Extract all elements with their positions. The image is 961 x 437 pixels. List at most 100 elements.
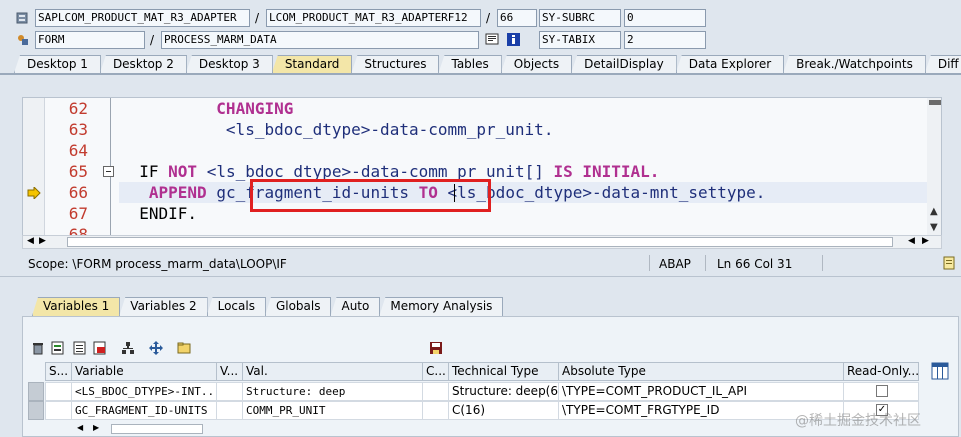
table-cell-status <box>45 382 72 401</box>
table-scroll-thumb[interactable] <box>111 424 203 434</box>
line-number: 63 <box>68 120 88 139</box>
insert-row-icon[interactable] <box>51 341 65 355</box>
column-settings-icon[interactable] <box>931 362 949 380</box>
code-token: APPEND <box>148 183 217 202</box>
code-token: <ls_bdoc_dtype> <box>225 120 371 139</box>
tab-structures[interactable]: Structures <box>351 55 440 73</box>
tab-desktop-2[interactable]: Desktop 2 <box>99 55 187 73</box>
table-scroll-left-icon[interactable]: ◀ <box>77 423 83 432</box>
col-header-readonly[interactable]: Read-Only... <box>843 362 919 381</box>
tab-desktop-3[interactable]: Desktop 3 <box>185 55 273 73</box>
hscroll-right2-icon[interactable]: ▶ <box>922 236 929 246</box>
tab-data-explorer[interactable]: Data Explorer <box>675 55 785 73</box>
hscroll-thumb[interactable] <box>67 237 893 247</box>
tab-memory-analysis[interactable]: Memory Analysis <box>379 297 504 316</box>
tabs-underline <box>0 73 961 75</box>
table-icon[interactable] <box>73 341 87 355</box>
col-header-technical-type[interactable]: Technical Type <box>448 362 559 381</box>
code-token: -data-comm_pr_unit. <box>370 120 554 139</box>
sysvar-name-2[interactable]: SY-TABIX <box>539 31 621 49</box>
status-divider <box>649 255 650 271</box>
row-selector[interactable] <box>28 401 44 420</box>
sysvar-value-1[interactable]: 0 <box>624 9 706 27</box>
separator: / <box>255 11 260 25</box>
col-header-c[interactable]: C... <box>422 362 449 381</box>
table-cell-technical-type: C(16) <box>448 401 559 420</box>
page-icon[interactable] <box>942 256 956 270</box>
program-field[interactable]: SAPLCOM_PRODUCT_MAT_R3_ADAPTER <box>35 9 250 27</box>
scroll-down-icon[interactable]: ▼ <box>930 222 938 233</box>
editor-gutter <box>23 98 45 235</box>
tab-variables-2[interactable]: Variables 2 <box>119 297 208 316</box>
readonly-checkbox <box>876 385 888 397</box>
vertical-scrollbar[interactable]: ▲ ▼ <box>927 98 941 235</box>
table-cell-v <box>216 401 243 420</box>
row-selector[interactable] <box>28 382 44 401</box>
sysvar-name-1[interactable]: SY-SUBRC <box>539 9 621 27</box>
table-cell-c <box>422 382 449 401</box>
language-label: ABAP <box>659 257 691 271</box>
scroll-thumb[interactable] <box>929 100 941 105</box>
code-editor[interactable]: 62 63 64 65 66 67 68 CHANGING <ls_bdoc_dtype>-d… <box>22 97 942 236</box>
hscroll-left-icon[interactable]: ◀ <box>27 236 34 246</box>
watermark: @稀土掘金技术社区 <box>795 413 921 429</box>
tab-break-watchpoints[interactable]: Break./Watchpoints <box>783 55 926 73</box>
col-header-value[interactable]: Val. <box>242 362 423 381</box>
table-cell-value[interactable]: COMM_PR_UNIT <box>242 401 423 420</box>
code-line: <ls_bdoc_dtype>-data-comm_pr_unit. <box>226 120 554 139</box>
tab-globals[interactable]: Globals <box>264 297 332 316</box>
delete-row-icon[interactable] <box>93 341 107 355</box>
save-icon[interactable] <box>429 341 443 355</box>
info-icon[interactable] <box>506 32 521 47</box>
hscroll-right-icon[interactable]: ◀ <box>908 236 915 246</box>
desktop-tabs: Desktop 1 Desktop 2 Desktop 3 Standard Struc… <box>14 55 961 73</box>
execution-arrow-icon <box>27 185 41 201</box>
tab-standard[interactable]: Standard <box>271 55 353 73</box>
table-cell-c <box>422 401 449 420</box>
tab-auto[interactable]: Auto <box>330 297 381 316</box>
table-cell-variable[interactable]: GC_FRAGMENT_ID-UNITS <box>71 401 217 420</box>
col-header-variable[interactable]: Variable <box>71 362 217 381</box>
code-line: CHANGING <box>216 99 293 118</box>
code-token: IF <box>139 162 169 181</box>
table-scroll-right-icon[interactable]: ▶ <box>93 423 99 432</box>
code-token: <ls_bdoc_dtype>-data-mnt_settype. <box>447 183 766 202</box>
table-hscrollbar[interactable]: ◀ ▶ <box>71 423 206 436</box>
event-name-field[interactable]: PROCESS_MARM_DATA <box>161 31 479 49</box>
code-token: CHANGING <box>216 99 294 118</box>
table-cell-variable[interactable]: <LS_BDOC_DTYPE>-INT... <box>71 382 217 401</box>
event-type-field[interactable]: FORM <box>35 31 145 49</box>
code-line: ENDIF. <box>139 204 197 223</box>
col-header-v[interactable]: V... <box>216 362 243 381</box>
editor-hscrollbar[interactable]: ◀ ▶ ◀ ▶ <box>22 235 942 249</box>
cursor-position: Ln 66 Col 31 <box>717 257 793 271</box>
sysvar-value-2[interactable]: 2 <box>624 31 706 49</box>
move-icon[interactable] <box>149 341 163 355</box>
delete-icon[interactable] <box>31 341 45 355</box>
tab-desktop-1[interactable]: Desktop 1 <box>14 55 101 73</box>
tab-tables[interactable]: Tables <box>438 55 502 73</box>
tab-diff[interactable]: Diff <box>924 55 961 73</box>
folder-icon[interactable] <box>177 341 191 355</box>
tab-objects[interactable]: Objects <box>500 55 573 73</box>
code-token: ENDIF. <box>139 204 198 223</box>
line-number: 64 <box>68 141 88 160</box>
table-cell-value[interactable]: Structure: deep <box>242 382 423 401</box>
line-field[interactable]: 66 <box>497 9 537 27</box>
tab-locals[interactable]: Locals <box>206 297 266 316</box>
scroll-up-icon[interactable]: ▲ <box>930 206 938 217</box>
hscroll-left2-icon[interactable]: ▶ <box>39 236 46 246</box>
include-field[interactable]: LCOM_PRODUCT_MAT_R3_ADAPTERF12 <box>266 9 481 27</box>
tab-variables-1[interactable]: Variables 1 <box>32 297 121 316</box>
status-divider <box>705 255 706 271</box>
fold-icon[interactable] <box>103 166 114 177</box>
col-header-absolute-type[interactable]: Absolute Type <box>558 362 844 381</box>
col-header-status[interactable]: S... <box>45 362 72 381</box>
line-number: 65 <box>68 162 88 181</box>
tab-detaildisplay[interactable]: DetailDisplay <box>571 55 677 73</box>
code-token: IS INITIAL. <box>553 162 660 181</box>
line-number-column: 62 63 64 65 66 67 68 <box>45 98 111 235</box>
display-icon[interactable] <box>485 32 500 47</box>
event-icon <box>16 33 30 47</box>
hierarchy-icon[interactable] <box>121 341 135 355</box>
